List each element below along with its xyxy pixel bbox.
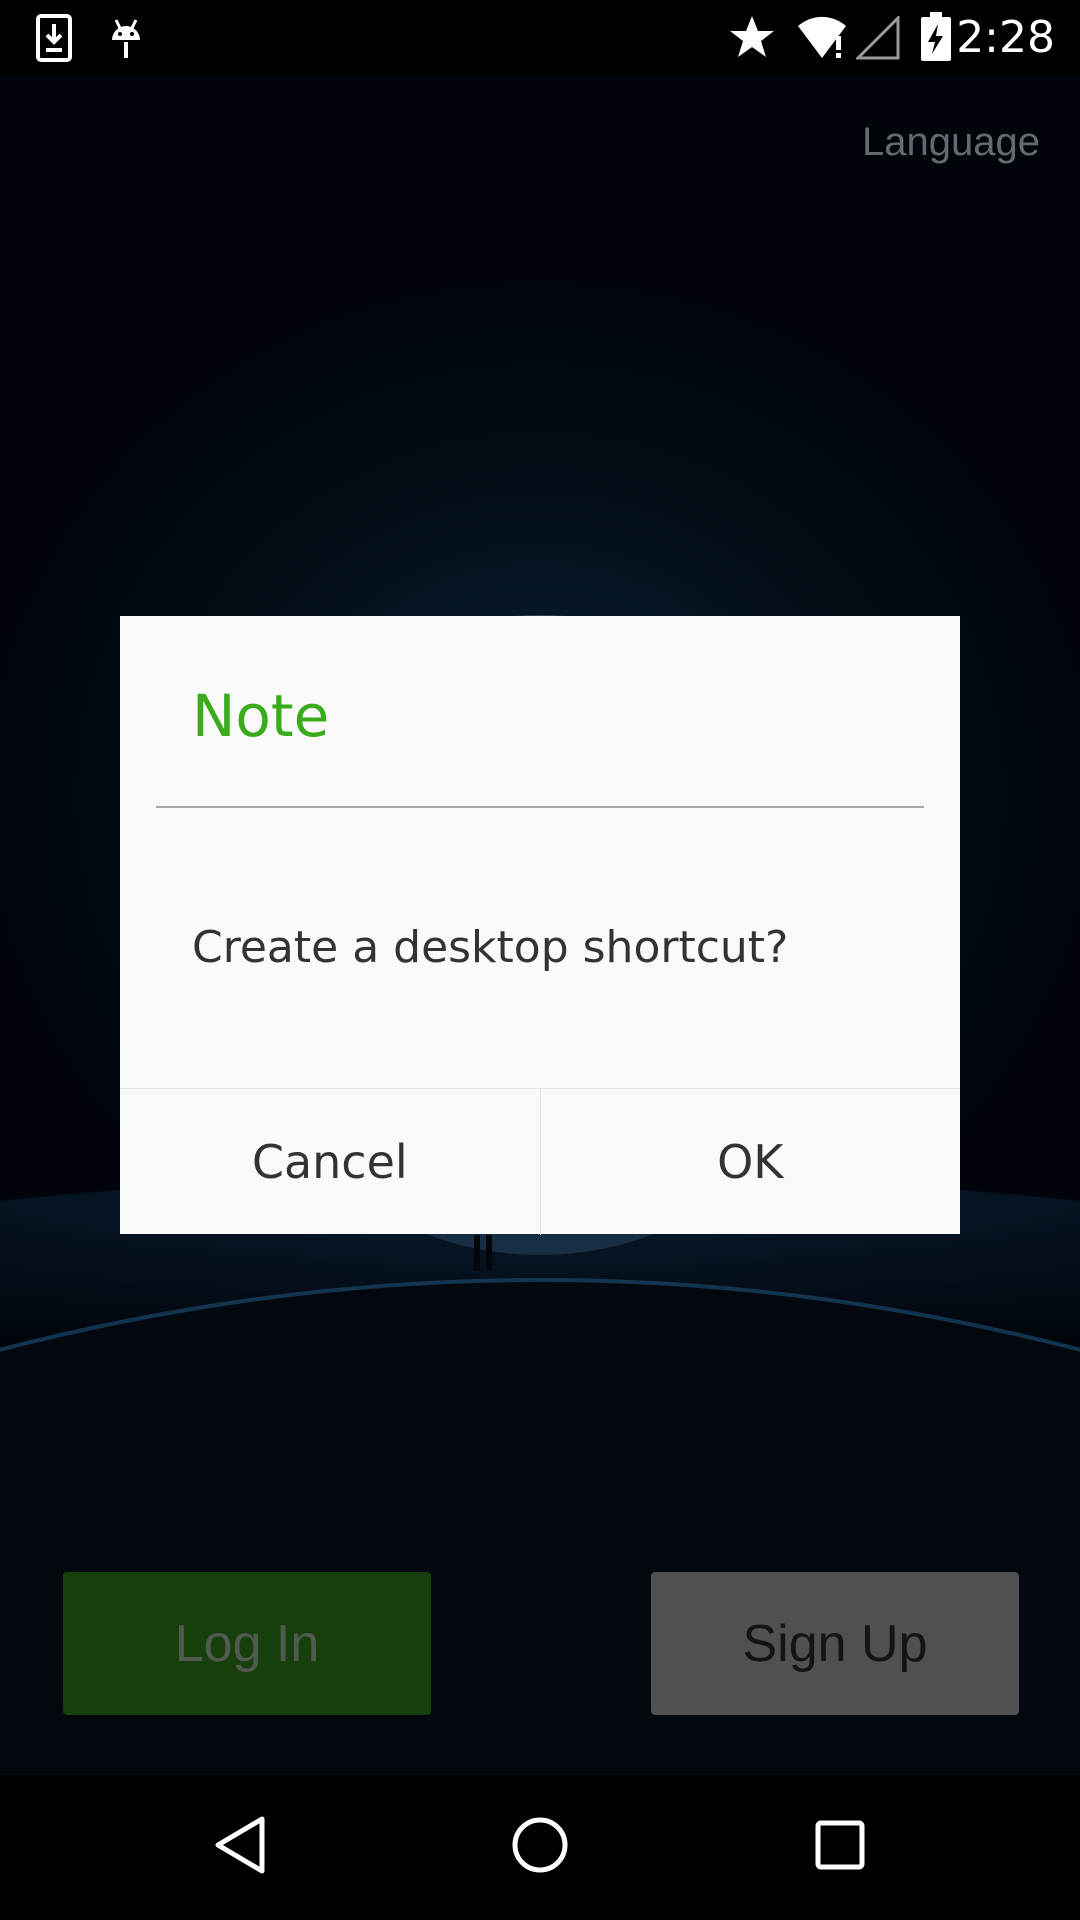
status-bar: 2:28 <box>0 0 1080 75</box>
dialog-message: Create a desktop shortcut? <box>192 922 789 973</box>
ok-button[interactable]: OK <box>541 1089 961 1235</box>
dialog-actions: Cancel OK <box>120 1088 960 1235</box>
star-icon <box>728 14 776 65</box>
back-icon <box>212 1815 268 1880</box>
recents-icon <box>814 1819 866 1876</box>
dialog-divider <box>156 806 924 808</box>
cancel-button[interactable]: Cancel <box>120 1089 541 1235</box>
home-button[interactable] <box>460 1775 620 1920</box>
cell-signal-icon <box>854 14 900 65</box>
navigation-bar <box>0 1775 1080 1920</box>
home-icon <box>510 1815 570 1880</box>
note-dialog: Note Create a desktop shortcut? Cancel O… <box>120 616 960 1235</box>
android-debug-icon <box>106 14 146 67</box>
battery-charging-icon <box>920 12 952 67</box>
download-icon <box>36 14 72 67</box>
recents-button[interactable] <box>760 1775 920 1920</box>
status-time: 2:28 <box>956 12 1055 63</box>
screen: 2:28 Language Log In Sign Up Note Create… <box>0 0 1080 1920</box>
wifi-alert-icon <box>796 16 848 65</box>
back-button[interactable] <box>160 1775 320 1920</box>
dialog-title: Note <box>192 682 330 750</box>
